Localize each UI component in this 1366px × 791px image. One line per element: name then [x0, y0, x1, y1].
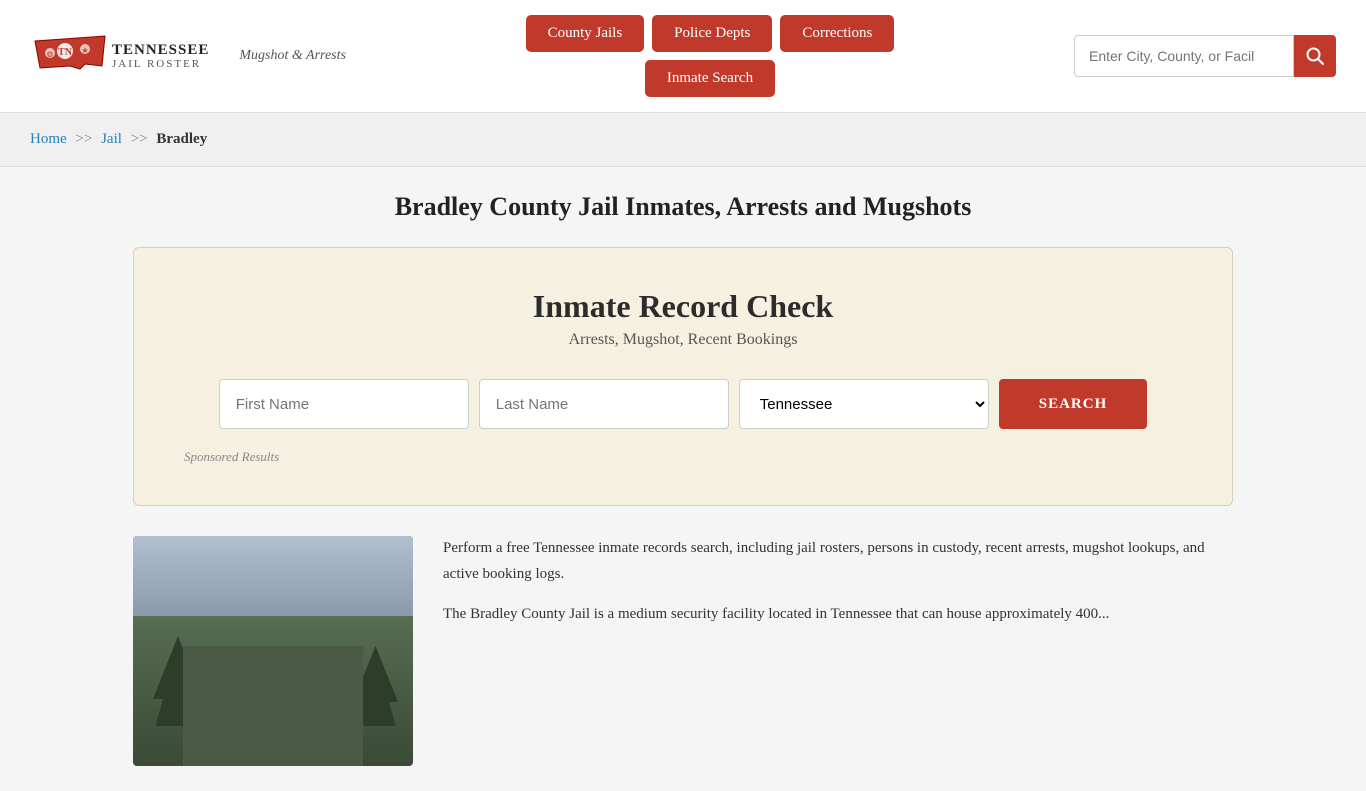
nav-row-bottom: Inmate Search	[645, 60, 775, 97]
image-inner	[133, 536, 413, 766]
inmate-search-button[interactable]: SEARCH	[999, 379, 1148, 429]
content-paragraph-2: The Bradley County Jail is a medium secu…	[443, 602, 1233, 628]
content-paragraph-1: Perform a free Tennessee inmate records …	[443, 536, 1233, 587]
last-name-input[interactable]	[479, 379, 729, 429]
nav-county-jails[interactable]: County Jails	[526, 15, 645, 52]
site-tagline: Mugshot & Arrests	[239, 48, 346, 64]
nav-inmate-search[interactable]: Inmate Search	[645, 60, 775, 97]
svg-text:TN: TN	[58, 47, 73, 58]
header-search-input[interactable]	[1074, 35, 1294, 77]
nav-corrections[interactable]: Corrections	[780, 15, 894, 52]
page-title: Bradley County Jail Inmates, Arrests and…	[133, 192, 1233, 222]
sky-bg	[133, 536, 413, 616]
inmate-search-form: AlabamaAlaskaArizonaArkansasCaliforniaCo…	[184, 379, 1182, 429]
breadcrumb: Home >> Jail >> Bradley	[0, 113, 1366, 167]
svg-text:★: ★	[81, 46, 88, 55]
sponsored-label: Sponsored Results	[184, 449, 1182, 465]
svg-text:⚙: ⚙	[46, 50, 53, 59]
record-card-subtitle: Arrests, Mugshot, Recent Bookings	[184, 331, 1182, 349]
record-card-title: Inmate Record Check	[184, 288, 1182, 325]
site-name-line1: TENNESSEE	[112, 42, 209, 59]
breadcrumb-home[interactable]: Home	[30, 131, 67, 147]
site-header: TN ★ ⚙ TENNESSEE JAIL ROSTER Mugshot & A…	[0, 0, 1366, 113]
logo-icon: TN ★ ⚙	[30, 21, 100, 91]
breadcrumb-sep2: >>	[131, 131, 148, 147]
header-search	[1074, 35, 1336, 77]
breadcrumb-current: Bradley	[156, 131, 207, 147]
nav-row-top: County Jails Police Depts Corrections	[526, 15, 895, 52]
state-select[interactable]: AlabamaAlaskaArizonaArkansasCaliforniaCo…	[739, 379, 989, 429]
first-name-input[interactable]	[219, 379, 469, 429]
logo-text: TENNESSEE JAIL ROSTER	[112, 42, 209, 71]
header-search-button[interactable]	[1294, 35, 1336, 77]
content-section: Perform a free Tennessee inmate records …	[133, 536, 1233, 766]
record-card: Inmate Record Check Arrests, Mugshot, Re…	[133, 247, 1233, 506]
site-name-line2: JAIL ROSTER	[112, 58, 209, 70]
content-text: Perform a free Tennessee inmate records …	[443, 536, 1233, 643]
breadcrumb-sep1: >>	[75, 131, 92, 147]
facility-image	[133, 536, 413, 766]
nav-police-depts[interactable]: Police Depts	[652, 15, 772, 52]
main-nav: County Jails Police Depts Corrections In…	[376, 15, 1044, 97]
site-logo[interactable]: TN ★ ⚙ TENNESSEE JAIL ROSTER	[30, 21, 209, 91]
building-shape	[183, 646, 363, 766]
search-icon	[1306, 47, 1324, 65]
breadcrumb-jail[interactable]: Jail	[101, 131, 122, 147]
main-content: Bradley County Jail Inmates, Arrests and…	[113, 167, 1253, 791]
